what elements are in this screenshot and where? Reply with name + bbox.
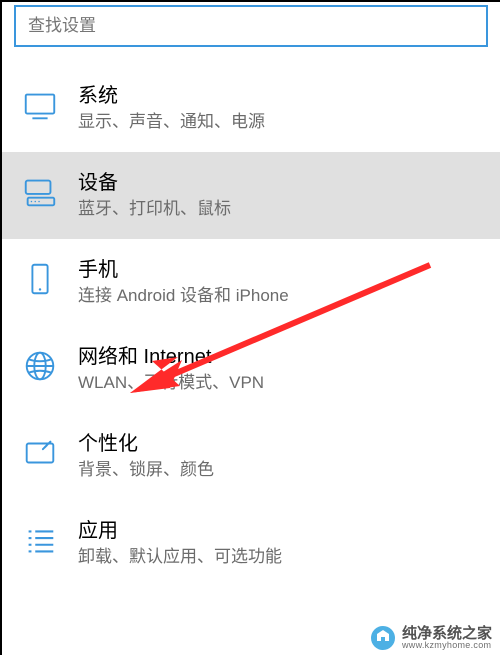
settings-list: 系统 显示、声音、通知、电源 设备 蓝牙、打印机、鼠标	[2, 65, 500, 587]
settings-item-phone[interactable]: 手机 连接 Android 设备和 iPhone	[2, 239, 500, 326]
watermark: 纯净系统之家 www.kzmyhome.com	[370, 625, 492, 651]
item-subtitle: 蓝牙、打印机、鼠标	[78, 198, 486, 221]
item-texts: 设备 蓝牙、打印机、鼠标	[78, 170, 486, 221]
item-texts: 网络和 Internet WLAN、飞行模式、VPN	[78, 344, 486, 395]
personalization-icon	[20, 433, 60, 473]
watermark-logo-icon	[370, 625, 396, 651]
settings-item-system[interactable]: 系统 显示、声音、通知、电源	[2, 65, 500, 152]
item-texts: 个性化 背景、锁屏、颜色	[78, 431, 486, 482]
item-subtitle: WLAN、飞行模式、VPN	[78, 372, 486, 395]
item-texts: 系统 显示、声音、通知、电源	[78, 83, 486, 134]
item-title: 个性化	[78, 431, 486, 457]
settings-item-devices[interactable]: 设备 蓝牙、打印机、鼠标	[2, 152, 500, 239]
item-title: 系统	[78, 83, 486, 109]
search-input[interactable]	[28, 16, 474, 36]
search-box[interactable]	[14, 5, 488, 47]
item-title: 手机	[78, 257, 486, 283]
settings-item-apps[interactable]: 应用 卸载、默认应用、可选功能	[2, 500, 500, 587]
item-texts: 手机 连接 Android 设备和 iPhone	[78, 257, 486, 308]
phone-icon	[20, 259, 60, 299]
apps-icon	[20, 520, 60, 560]
globe-icon	[20, 346, 60, 386]
item-subtitle: 卸载、默认应用、可选功能	[78, 546, 486, 569]
watermark-title: 纯净系统之家	[402, 626, 492, 641]
item-title: 应用	[78, 518, 486, 544]
settings-item-personalization[interactable]: 个性化 背景、锁屏、颜色	[2, 413, 500, 500]
item-subtitle: 连接 Android 设备和 iPhone	[78, 285, 486, 308]
item-title: 设备	[78, 170, 486, 196]
item-texts: 应用 卸载、默认应用、可选功能	[78, 518, 486, 569]
item-title: 网络和 Internet	[78, 344, 486, 370]
watermark-text: 纯净系统之家 www.kzmyhome.com	[402, 626, 492, 650]
watermark-url: www.kzmyhome.com	[402, 641, 492, 650]
item-subtitle: 显示、声音、通知、电源	[78, 111, 486, 134]
settings-item-network[interactable]: 网络和 Internet WLAN、飞行模式、VPN	[2, 326, 500, 413]
item-subtitle: 背景、锁屏、颜色	[78, 459, 486, 482]
display-icon	[20, 85, 60, 125]
devices-icon	[20, 172, 60, 212]
